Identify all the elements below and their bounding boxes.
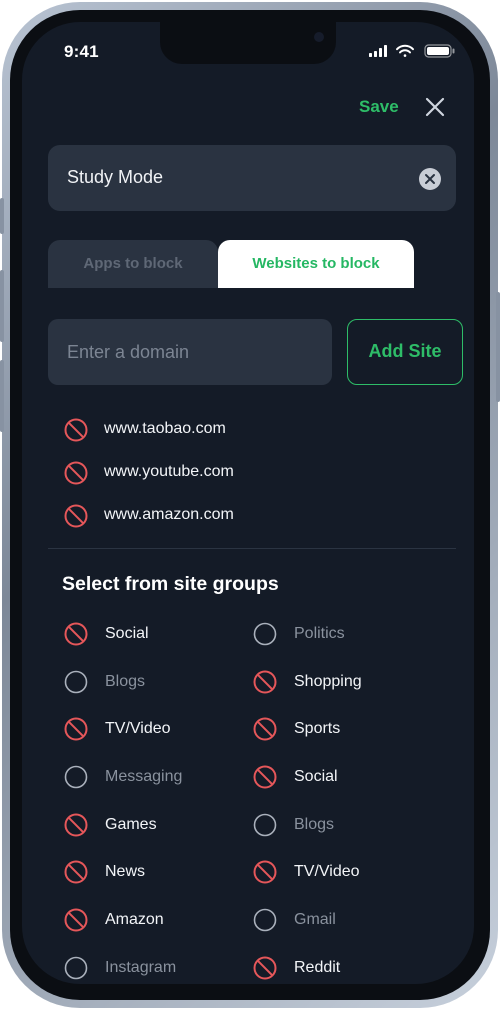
block-icon	[64, 504, 88, 528]
site-group-option[interactable]: Politics	[253, 622, 433, 648]
site-group-option[interactable]: Amazon	[64, 908, 244, 934]
site-group-label: Reddit	[294, 959, 341, 976]
site-group-option[interactable]: Reddit	[253, 956, 433, 982]
site-group-option[interactable]: Instagram	[64, 956, 244, 982]
site-group-label: Gmail	[294, 911, 336, 928]
volume-up-button	[0, 270, 4, 342]
tab-websites-to-block[interactable]: Websites to block	[218, 240, 414, 288]
block-icon	[253, 717, 277, 741]
power-button	[496, 292, 500, 402]
status-icons	[369, 44, 455, 58]
status-time: 9:41	[64, 42, 99, 61]
blocked-site-domain: www.taobao.com	[104, 420, 226, 437]
domain-input[interactable]	[48, 319, 332, 385]
site-group-label: Social	[105, 625, 149, 642]
block-icon	[253, 860, 277, 884]
camera-icon	[314, 32, 324, 42]
site-group-option[interactable]: Shopping	[253, 670, 433, 696]
site-group-label: Sports	[294, 720, 341, 737]
save-button[interactable]: Save	[359, 97, 399, 117]
blocked-site-domain: www.youtube.com	[104, 463, 234, 480]
block-icon	[64, 622, 88, 646]
site-group-option[interactable]: TV/Video	[64, 717, 244, 743]
phone-frame: 9:41 Save Study Mode Apps to block Websi…	[0, 2, 500, 1008]
site-group-option[interactable]: News	[64, 860, 244, 886]
battery-icon	[424, 44, 455, 58]
unselected-circle-icon	[253, 908, 277, 932]
blocked-site-row[interactable]: www.amazon.com	[64, 504, 384, 528]
tab-apps-to-block[interactable]: Apps to block	[48, 240, 218, 288]
site-group-label: Games	[105, 816, 157, 833]
site-group-label: Shopping	[294, 673, 362, 690]
site-group-label: Blogs	[105, 673, 146, 690]
site-group-option[interactable]: Games	[64, 813, 244, 839]
site-group-label: TV/Video	[294, 863, 360, 880]
site-group-option[interactable]: Social	[253, 765, 433, 791]
blocked-site-row[interactable]: www.taobao.com	[64, 418, 384, 442]
site-group-label: Instagram	[105, 959, 177, 976]
block-icon	[64, 908, 88, 932]
site-groups-title: Select from site groups	[62, 573, 279, 595]
block-icon	[253, 765, 277, 789]
site-group-label: TV/Video	[105, 720, 171, 737]
site-group-option[interactable]: Messaging	[64, 765, 244, 791]
unselected-circle-icon	[64, 765, 88, 789]
block-icon	[64, 418, 88, 442]
site-group-option[interactable]: TV/Video	[253, 860, 433, 886]
site-group-option[interactable]: Blogs	[64, 670, 244, 696]
silent-switch	[0, 198, 4, 234]
site-group-option[interactable]: Gmail	[253, 908, 433, 934]
unselected-circle-icon	[253, 813, 277, 837]
site-group-label: Social	[294, 768, 338, 785]
site-group-label: News	[105, 863, 146, 880]
add-site-button[interactable]: Add Site	[347, 319, 463, 385]
block-icon	[64, 813, 88, 837]
app-screen: 9:41 Save Study Mode Apps to block Websi…	[22, 22, 474, 984]
site-group-label: Messaging	[105, 768, 183, 785]
block-icon	[64, 860, 88, 884]
mode-name-field[interactable]: Study Mode	[48, 145, 456, 211]
blocked-site-row[interactable]: www.youtube.com	[64, 461, 384, 485]
site-group-option[interactable]: Social	[64, 622, 244, 648]
block-icon	[64, 461, 88, 485]
clear-icon[interactable]	[418, 167, 442, 191]
block-icon	[64, 717, 88, 741]
blocked-site-domain: www.amazon.com	[104, 506, 234, 523]
site-group-option[interactable]: Blogs	[253, 813, 433, 839]
site-group-label: Blogs	[294, 816, 335, 833]
cellular-signal-icon	[369, 45, 387, 57]
mode-name-value: Study Mode	[67, 167, 164, 187]
block-icon	[253, 670, 277, 694]
wifi-icon	[396, 44, 414, 57]
site-group-label: Politics	[294, 625, 345, 642]
volume-down-button	[0, 360, 4, 432]
divider	[48, 548, 456, 549]
close-icon[interactable]	[424, 96, 446, 118]
block-icon	[253, 956, 277, 980]
unselected-circle-icon	[64, 956, 88, 980]
unselected-circle-icon	[253, 622, 277, 646]
unselected-circle-icon	[64, 670, 88, 694]
site-group-option[interactable]: Sports	[253, 717, 433, 743]
notch	[160, 22, 336, 64]
site-group-label: Amazon	[105, 911, 164, 928]
